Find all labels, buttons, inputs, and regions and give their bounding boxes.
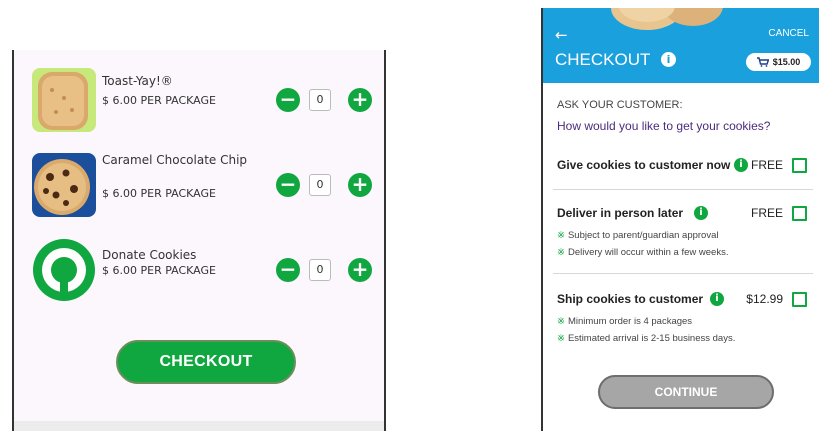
continue-button[interactable]: CONTINUE (598, 375, 774, 409)
quantity-stepper: − 0 + (276, 173, 372, 197)
back-arrow-icon[interactable]: ← (555, 26, 568, 44)
option-deliver-later-title: Deliver in person later (557, 206, 684, 220)
info-icon[interactable]: i (734, 158, 748, 172)
decrement-button[interactable]: − (276, 88, 300, 112)
note-text: ※ Estimated arrival is 2-15 business days… (557, 333, 735, 344)
quantity-stepper: − 0 + (276, 88, 372, 112)
quantity-field[interactable]: 0 (309, 259, 331, 281)
note-mark: ※ (557, 247, 565, 258)
cancel-button[interactable]: CANCEL (768, 28, 809, 39)
cart-total-badge[interactable]: $15.00 (746, 53, 811, 71)
note-mark: ※ (557, 230, 565, 241)
cookie-order-panel: Toast-Yay!® $ 6.00 PER PACKAGE − 0 + Car… (12, 50, 386, 431)
option-ship-title: Ship cookies to customer (557, 292, 704, 306)
decrement-button[interactable]: − (276, 173, 300, 197)
decrement-button[interactable]: − (276, 258, 300, 282)
panel-footer (14, 421, 384, 431)
product-row: Caramel Chocolate Chip $ 6.00 PER PACKAG… (14, 153, 384, 223)
product-price: $ 6.00 PER PACKAGE (102, 187, 216, 200)
option-deliver-later-price: FREE (750, 206, 783, 220)
quantity-field[interactable]: 0 (309, 89, 331, 111)
product-row: Donate Cookies $ 6.00 PER PACKAGE − 0 + (14, 238, 384, 308)
note-text: ※ Minimum order is 4 packages (557, 316, 692, 327)
info-icon[interactable]: i (661, 52, 676, 67)
quantity-field[interactable]: 0 (309, 174, 331, 196)
option-ship-price: $12.99 (746, 292, 783, 306)
divider (553, 273, 813, 274)
increment-button[interactable]: + (348, 173, 372, 197)
note-text: ※ Subject to parent/guardian approval (557, 230, 719, 241)
info-icon[interactable]: i (694, 206, 708, 220)
increment-button[interactable]: + (348, 258, 372, 282)
toast-yay-cookie-icon (32, 68, 96, 132)
option-give-now-title: Give cookies to customer now (557, 158, 731, 172)
ask-customer-label: ASK YOUR CUSTOMER: (557, 99, 683, 111)
checkout-button[interactable]: CHECKOUT (116, 340, 296, 384)
note-mark: ※ (557, 316, 565, 327)
note-text: Estimated arrival is 2-15 business days. (567, 333, 736, 344)
cart-icon (756, 57, 769, 67)
note-mark: ※ (557, 333, 565, 344)
quantity-stepper: − 0 + (276, 258, 372, 282)
note-text: Subject to parent/guardian approval (567, 230, 719, 241)
info-icon[interactable]: i (710, 292, 724, 306)
cookie-banner-image (611, 8, 723, 30)
note-text: ※ Delivery will occur within a few weeks. (557, 247, 728, 258)
option-give-now-checkbox[interactable] (792, 158, 807, 173)
option-give-now-price: FREE (750, 158, 783, 172)
product-name: Caramel Chocolate Chip (102, 153, 248, 167)
increment-button[interactable]: + (348, 88, 372, 112)
girl-scouts-trefoil-icon (32, 238, 96, 302)
product-row: Toast-Yay!® $ 6.00 PER PACKAGE − 0 + (14, 68, 384, 138)
cart-total: $15.00 (772, 57, 801, 67)
divider (553, 189, 813, 190)
caramel-chocolate-chip-cookie-icon (32, 153, 96, 217)
option-deliver-later-checkbox[interactable] (792, 206, 807, 221)
product-name: Donate Cookies (102, 248, 197, 262)
checkout-panel: ← CANCEL CHECKOUT i $15.00 ASK YOUR CUST… (541, 8, 819, 431)
note-text: Minimum order is 4 packages (567, 316, 693, 327)
delivery-question: How would you like to get your cookies? (557, 119, 771, 133)
checkout-header: ← CANCEL CHECKOUT i $15.00 (543, 8, 819, 83)
page-title: CHECKOUT (555, 50, 651, 69)
product-price: $ 6.00 PER PACKAGE (102, 264, 216, 277)
note-text: Delivery will occur within a few weeks. (567, 247, 729, 258)
option-ship-checkbox[interactable] (792, 292, 807, 307)
product-name: Toast-Yay!® (102, 74, 173, 88)
product-price: $ 6.00 PER PACKAGE (102, 94, 216, 107)
